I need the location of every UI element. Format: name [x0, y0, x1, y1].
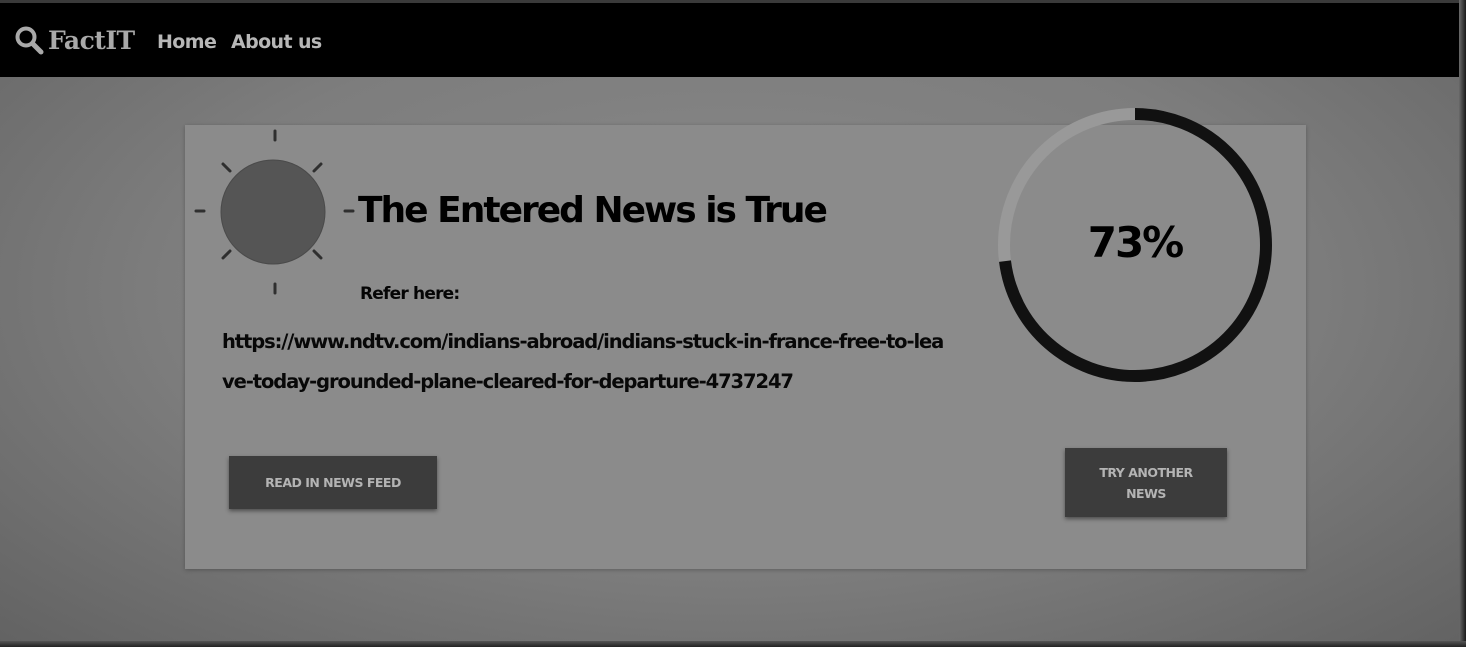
read-in-news-feed-button[interactable]: READ IN NEWS FEED — [229, 456, 437, 509]
try-another-news-button[interactable]: TRY ANOTHER NEWS — [1065, 448, 1227, 517]
try-another-news-label: TRY ANOTHER NEWS — [1099, 464, 1193, 501]
result-headline: The Entered News is True — [358, 190, 828, 231]
nav-link-home[interactable]: Home — [157, 31, 217, 53]
top-navbar: FactIT Home About us — [0, 0, 1459, 77]
confidence-percentage: 73% — [1087, 218, 1185, 267]
window-edge-bottom — [0, 641, 1466, 647]
read-in-news-feed-label: READ IN NEWS FEED — [265, 475, 401, 490]
brand-logo[interactable]: FactIT — [14, 25, 135, 55]
window-edge-right — [1459, 0, 1466, 647]
nav-link-about-us[interactable]: About us — [231, 31, 322, 53]
search-icon — [15, 26, 44, 55]
refer-label: Refer here: — [360, 284, 460, 304]
brand-name: FactIT — [48, 25, 135, 55]
sun-icon — [194, 129, 355, 295]
source-link[interactable]: https://www.ndtv.com/indians-abroad/indi… — [222, 322, 952, 402]
